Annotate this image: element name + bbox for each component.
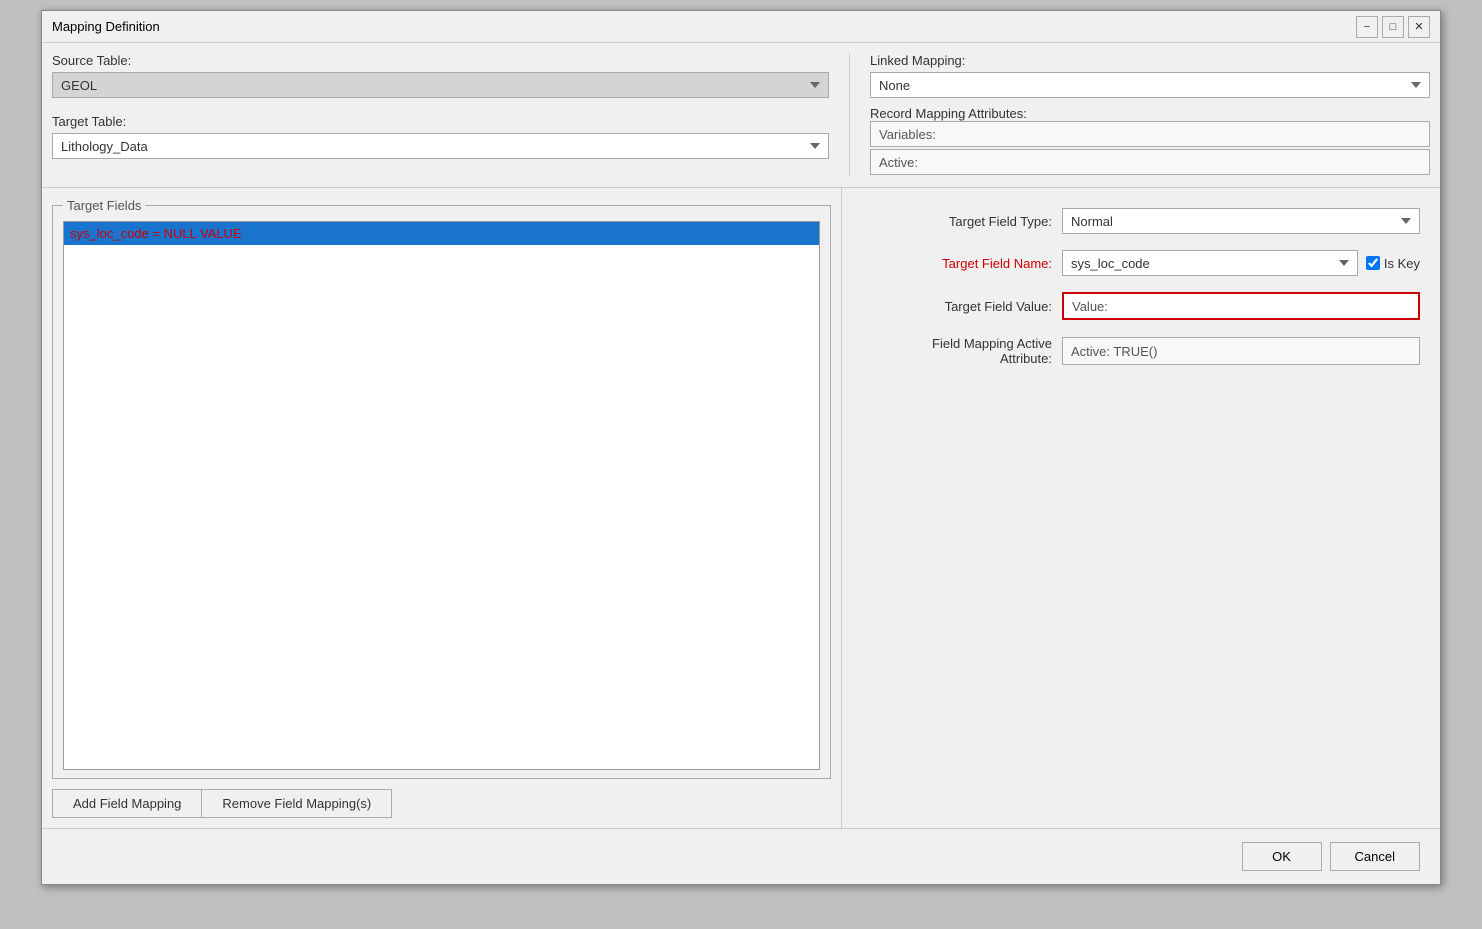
- field-mapping-active-text: Active: TRUE(): [1071, 344, 1157, 359]
- field-list[interactable]: sys_loc_code = NULL VALUE: [63, 221, 820, 770]
- target-field-type-row: Target Field Type: Normal: [862, 208, 1420, 234]
- field-list-item-text: sys_loc_code = NULL VALUE: [70, 226, 242, 241]
- field-mapping-active-row: Field Mapping Active Attribute: Active: …: [862, 336, 1420, 366]
- field-mapping-active-label: Field Mapping Active Attribute:: [862, 336, 1052, 366]
- linked-mapping-select[interactable]: None: [870, 72, 1430, 98]
- ok-button[interactable]: OK: [1242, 842, 1322, 871]
- minimize-button[interactable]: −: [1356, 16, 1378, 38]
- target-field-name-label: Target Field Name:: [862, 256, 1052, 271]
- is-key-checkbox[interactable]: [1366, 256, 1380, 270]
- record-mapping-group: Record Mapping Attributes: Variables: Ac…: [870, 106, 1430, 175]
- target-field-value-box[interactable]: Value:: [1062, 292, 1420, 320]
- add-field-mapping-button[interactable]: Add Field Mapping: [52, 789, 201, 818]
- remove-field-mapping-button[interactable]: Remove Field Mapping(s): [201, 789, 392, 818]
- target-field-value-text: Value:: [1072, 299, 1108, 314]
- target-fields-panel: Target Fields sys_loc_code = NULL VALUE …: [42, 188, 842, 828]
- field-detail-panel: Target Field Type: Normal Target Field N…: [842, 188, 1440, 828]
- target-field-type-label: Target Field Type:: [862, 214, 1052, 229]
- target-field-value-label: Target Field Value:: [862, 299, 1052, 314]
- variables-label: Variables:: [879, 127, 936, 142]
- active-label: Active:: [879, 155, 918, 170]
- title-bar: Mapping Definition − □ ✕: [42, 11, 1440, 43]
- window-title: Mapping Definition: [52, 19, 160, 34]
- top-section: Source Table: GEOL Target Table: Litholo…: [42, 43, 1440, 188]
- source-table-label: Source Table:: [52, 53, 829, 68]
- target-table-group: Target Table: Lithology_Data: [52, 114, 829, 159]
- target-field-value-row: Target Field Value: Value:: [862, 292, 1420, 320]
- cancel-button[interactable]: Cancel: [1330, 842, 1420, 871]
- left-top: Source Table: GEOL Target Table: Litholo…: [52, 53, 850, 177]
- target-field-name-select[interactable]: sys_loc_code: [1062, 250, 1358, 276]
- close-button[interactable]: ✕: [1408, 16, 1430, 38]
- variables-row: Variables:: [870, 121, 1430, 147]
- target-field-name-inner: sys_loc_code Is Key: [1062, 250, 1420, 276]
- record-mapping-title: Record Mapping Attributes:: [870, 106, 1027, 121]
- linked-mapping-group: Linked Mapping: None: [870, 53, 1430, 98]
- mapping-definition-window: Mapping Definition − □ ✕ Source Table: G…: [41, 10, 1441, 885]
- target-table-label: Target Table:: [52, 114, 829, 129]
- buttons-row: Add Field Mapping Remove Field Mapping(s…: [52, 789, 831, 818]
- bottom-bar: OK Cancel: [42, 828, 1440, 884]
- middle-section: Target Fields sys_loc_code = NULL VALUE …: [42, 188, 1440, 828]
- field-mapping-active-box[interactable]: Active: TRUE(): [1062, 337, 1420, 365]
- target-fields-legend: Target Fields: [63, 198, 145, 213]
- field-list-item[interactable]: sys_loc_code = NULL VALUE: [64, 222, 819, 245]
- target-field-type-control: Normal: [1062, 208, 1420, 234]
- target-fields-fieldset: Target Fields sys_loc_code = NULL VALUE: [52, 198, 831, 779]
- target-field-value-control: Value:: [1062, 292, 1420, 320]
- is-key-label: Is Key: [1384, 256, 1420, 271]
- linked-mapping-label: Linked Mapping:: [870, 53, 1430, 68]
- source-table-group: Source Table: GEOL: [52, 53, 829, 98]
- source-table-select[interactable]: GEOL: [52, 72, 829, 98]
- active-row: Active:: [870, 149, 1430, 175]
- window-controls: − □ ✕: [1356, 16, 1430, 38]
- is-key-group: Is Key: [1366, 256, 1420, 271]
- target-field-type-select[interactable]: Normal: [1062, 208, 1420, 234]
- right-top: Linked Mapping: None Record Mapping Attr…: [850, 53, 1430, 177]
- maximize-button[interactable]: □: [1382, 16, 1404, 38]
- target-table-select[interactable]: Lithology_Data: [52, 133, 829, 159]
- main-content: Source Table: GEOL Target Table: Litholo…: [42, 43, 1440, 884]
- field-mapping-active-control: Active: TRUE(): [1062, 337, 1420, 365]
- target-field-name-row: Target Field Name: sys_loc_code Is Key: [862, 250, 1420, 276]
